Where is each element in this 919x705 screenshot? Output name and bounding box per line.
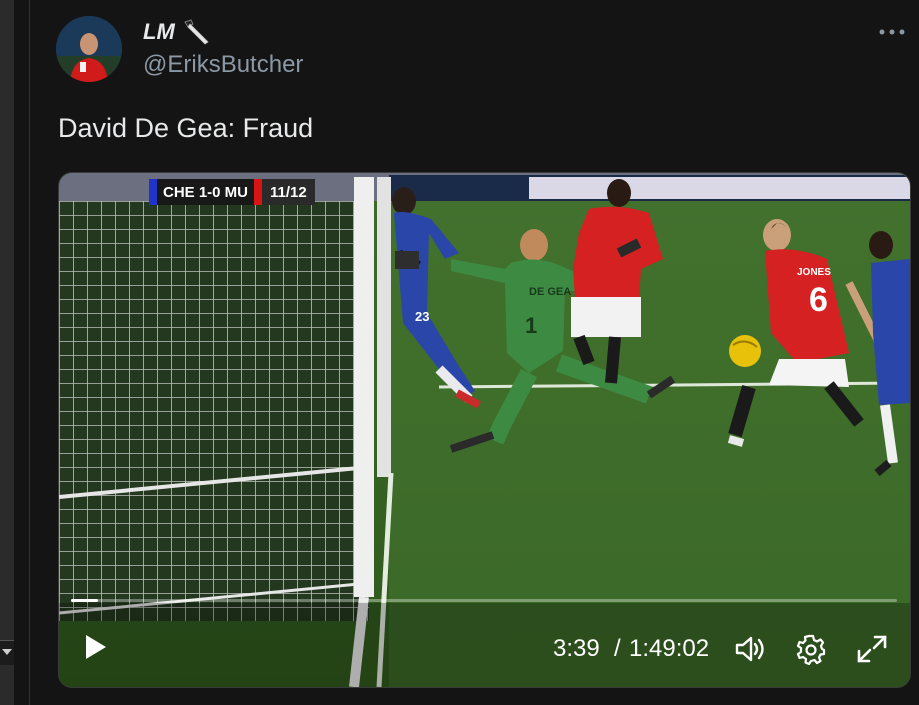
home-team-color: [149, 179, 157, 205]
more-options-button[interactable]: [876, 20, 908, 44]
speaker-icon: [735, 636, 764, 662]
author-handle[interactable]: @EriksButcher: [143, 51, 303, 79]
fullscreen-button[interactable]: [855, 633, 889, 665]
kitchen-knife-icon: [184, 19, 209, 45]
video-frame: 23 DE GEA 1 6 JONES: [59, 173, 910, 687]
chelsea-number: 23: [415, 309, 429, 324]
author-name-text: LM: [143, 19, 175, 44]
play-icon: [86, 635, 106, 659]
chevron-down-icon: [2, 649, 12, 655]
match-score: CHE 1-0 MU: [157, 179, 255, 205]
avatar[interactable]: [56, 16, 122, 82]
keeper-number: 1: [525, 313, 537, 338]
video-controls: 3:39 / 1:49:02: [59, 619, 910, 679]
settings-button[interactable]: [795, 633, 827, 666]
defender-name: JONES: [797, 267, 831, 278]
video-player[interactable]: 23 DE GEA 1 6 JONES CHE 1-0 MU 11/12 3:3…: [58, 172, 911, 688]
video-progress-fill: [71, 599, 99, 602]
tweet-text: David De Gea: Fraud: [58, 113, 314, 143]
season-label: 11/12: [262, 179, 315, 205]
keeper-name: DE GEA: [529, 286, 571, 298]
gear-icon: [796, 634, 826, 666]
author-name[interactable]: LM: [143, 18, 211, 46]
volume-button[interactable]: [733, 633, 767, 665]
play-button[interactable]: [79, 631, 111, 663]
defender-number: 6: [809, 281, 828, 319]
left-scrollbar-rail[interactable]: [0, 0, 14, 705]
time-separator: /: [614, 635, 621, 662]
scorebug: CHE 1-0 MU 11/12: [149, 179, 315, 205]
expand-icon: [857, 635, 887, 663]
away-team-color: [254, 179, 263, 205]
time-current: 3:39: [553, 635, 600, 662]
column-divider: [29, 0, 30, 705]
ellipsis-icon: [879, 29, 905, 35]
scroll-arrow[interactable]: [0, 640, 14, 665]
time-total: 1:49:02: [629, 635, 710, 662]
video-progress-bar[interactable]: [71, 599, 897, 602]
